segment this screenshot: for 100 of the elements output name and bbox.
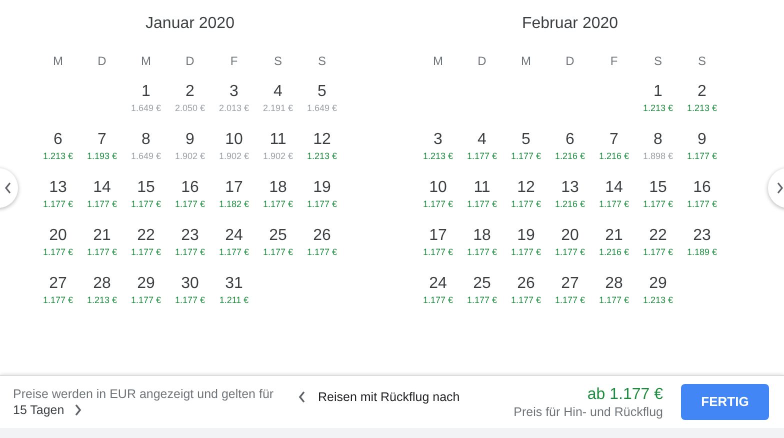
day-price: 1.177 € [510,294,542,306]
day-number[interactable]: 13 [561,178,579,198]
day-price: 1.177 € [218,246,250,258]
day-number[interactable]: 4 [478,130,486,150]
day-price: 1.189 € [686,246,718,258]
day-number[interactable]: 16 [693,178,711,198]
day-number[interactable]: 29 [649,274,667,294]
day-price: 1.177 € [422,246,454,258]
duration-value: 15 Tagen [13,402,64,418]
day-price: 1.177 € [42,294,74,306]
chevron-right-icon[interactable] [74,404,82,416]
day-price: 1.177 € [422,294,454,306]
day-number[interactable]: 10 [225,130,243,150]
weekday-header: D [96,53,108,70]
trip-label: Reisen mit Rückflug nach [318,389,460,406]
day-number[interactable]: 21 [93,226,111,246]
day-price: 1.177 € [422,198,454,210]
day-number[interactable]: 6 [566,130,574,150]
day-number[interactable]: 17 [429,226,447,246]
day-number[interactable]: 2 [698,82,706,102]
weekday-header: M [52,53,64,70]
day-price: 1.213 € [42,150,74,162]
day-number[interactable]: 26 [313,226,331,246]
day-number[interactable]: 11 [474,178,490,198]
day-price: 1.902 € [174,150,206,162]
day-price: 1.216 € [598,246,630,258]
day-number[interactable]: 28 [605,274,623,294]
chevron-left-icon[interactable] [298,391,306,404]
day-price: 1.216 € [554,150,586,162]
day-price: 1.649 € [130,102,162,114]
day-number[interactable]: 3 [434,130,442,150]
day-number[interactable]: 15 [649,178,667,198]
day-number[interactable]: 14 [605,178,623,198]
day-number[interactable]: 23 [693,226,711,246]
day-number[interactable]: 25 [269,226,287,246]
day-price: 1.193 € [86,150,118,162]
day-number[interactable]: 25 [473,274,491,294]
day-number[interactable]: 23 [181,226,199,246]
day-number[interactable]: 9 [698,130,706,150]
day-number[interactable]: 31 [225,274,243,294]
day-number[interactable]: 1 [142,82,150,102]
day-number[interactable]: 8 [142,130,150,150]
day-number[interactable]: 19 [517,226,535,246]
day-number[interactable]: 27 [49,274,67,294]
day-price: 1.177 € [174,198,206,210]
day-number[interactable]: 26 [517,274,535,294]
day-number[interactable]: 20 [49,226,67,246]
day-price: 1.177 € [306,198,338,210]
day-number[interactable]: 1 [654,82,662,102]
day-number[interactable]: 18 [269,178,287,198]
price-caption: Preis für Hin- und Rückflug [514,404,663,420]
day-number[interactable]: 9 [186,130,194,150]
day-number[interactable]: 12 [313,130,331,150]
day-number[interactable]: 14 [93,178,111,198]
day-number[interactable]: 12 [517,178,535,198]
day-number[interactable]: 11 [270,130,286,150]
day-number[interactable]: 16 [181,178,199,198]
day-price: 1.177 € [466,246,498,258]
day-number[interactable]: 15 [137,178,155,198]
day-number[interactable]: 6 [54,130,62,150]
weekday-header: D [564,53,576,70]
weekday-header: F [229,53,239,70]
day-number[interactable]: 22 [649,226,667,246]
weekday-header: S [316,53,327,70]
weekday-header: S [696,53,707,70]
day-number[interactable]: 29 [137,274,155,294]
day-number[interactable]: 8 [654,130,662,150]
day-number[interactable]: 20 [561,226,579,246]
day-number[interactable]: 3 [230,82,238,102]
day-number[interactable]: 24 [225,226,243,246]
day-number[interactable]: 4 [274,82,282,102]
day-number[interactable]: 2 [186,82,194,102]
weekday-header: S [272,53,283,70]
day-number[interactable]: 30 [181,274,199,294]
day-price: 1.177 € [130,294,162,306]
day-number[interactable]: 10 [429,178,447,198]
day-number[interactable]: 5 [522,130,530,150]
day-number[interactable]: 17 [225,178,243,198]
day-price: 1.213 € [686,102,718,114]
day-price: 1.213 € [422,150,454,162]
day-number[interactable]: 22 [137,226,155,246]
day-number[interactable]: 27 [561,274,579,294]
day-number[interactable]: 7 [98,130,106,150]
day-number[interactable]: 7 [610,130,618,150]
day-number[interactable]: 18 [473,226,491,246]
total-price: ab 1.177 € [587,384,663,404]
day-number[interactable]: 5 [318,82,326,102]
day-price: 1.177 € [174,294,206,306]
day-number[interactable]: 21 [605,226,623,246]
day-number[interactable]: 24 [429,274,447,294]
day-price: 1.177 € [642,246,674,258]
day-price: 1.177 € [598,198,630,210]
day-number[interactable]: 13 [49,178,67,198]
day-price: 1.177 € [42,198,74,210]
done-button[interactable]: FERTIG [681,384,769,420]
day-number[interactable]: 19 [313,178,331,198]
day-number[interactable]: 28 [93,274,111,294]
weekday-header: M [520,53,532,70]
day-price: 1.177 € [554,246,586,258]
day-price: 1.177 € [174,246,206,258]
